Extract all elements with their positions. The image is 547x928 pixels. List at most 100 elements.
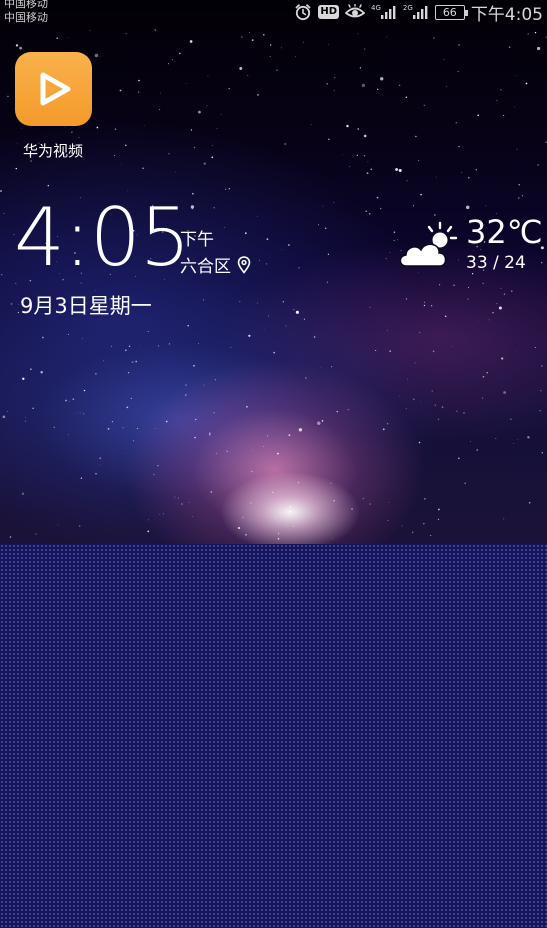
star [534,31,537,34]
huawei-video-app-icon[interactable] [15,52,92,126]
star [366,172,369,175]
star [140,345,141,347]
star [7,95,9,97]
star [500,287,502,289]
star [285,525,287,527]
star [310,124,312,125]
star [349,166,350,168]
star [174,496,176,498]
star [405,96,408,98]
star [95,373,97,375]
star [47,185,49,187]
clock-date[interactable]: 9月3日星期一 [20,290,152,320]
star [321,420,324,422]
star [393,240,395,241]
star [288,434,291,436]
star [56,37,58,39]
star [288,244,290,246]
star [2,415,6,419]
star [503,391,507,394]
star [527,436,530,439]
star [215,452,217,454]
star [496,99,498,101]
star [203,162,206,165]
star [475,169,477,171]
star [477,114,480,117]
alarm-icon [294,3,312,21]
star [248,334,251,337]
star [356,154,358,156]
star [458,44,460,46]
star [451,346,453,347]
star [257,302,259,304]
star [210,491,213,493]
star [159,109,161,111]
star [541,365,543,367]
star [539,409,541,412]
star [130,397,132,399]
star [277,538,280,540]
star [508,46,511,49]
star [413,398,415,401]
star [511,290,513,292]
star [148,519,150,521]
weather-temperature[interactable]: 32℃ [466,210,543,254]
star [492,311,494,314]
battery-level: 66 [442,5,457,19]
app-huawei-video[interactable]: 华为视频 [13,52,93,162]
star [342,154,344,156]
star [99,457,101,459]
star [257,94,259,96]
star [333,201,335,203]
star [485,205,487,207]
star [420,193,422,196]
partly-cloudy-icon[interactable] [398,220,460,270]
star [247,74,249,76]
star [420,400,422,402]
star [181,503,183,505]
star [280,47,282,49]
star [327,253,330,255]
star [276,69,278,71]
star [477,321,479,323]
star [515,75,517,76]
star [423,104,426,107]
star [369,503,372,505]
star [303,318,305,320]
star [534,347,536,348]
star [541,452,543,454]
star [437,418,440,421]
star [399,394,400,396]
signal-2g-icon: 2G [403,4,429,20]
star [273,351,276,354]
star [157,345,160,347]
star [35,533,37,535]
clock-time[interactable]: 4:05 [14,190,191,286]
star [198,110,201,114]
star [89,30,91,31]
star [251,470,253,473]
star [272,491,274,493]
star [431,390,433,392]
star [388,501,389,503]
star [419,332,421,334]
star [53,426,55,428]
star [527,33,529,35]
star [367,161,369,163]
star [365,210,367,212]
star [488,319,490,321]
star [285,325,287,327]
star [79,412,81,414]
star [453,284,455,287]
star [99,464,101,466]
star [467,176,470,179]
star [1,273,3,276]
star [72,398,75,401]
star [438,508,440,511]
star [435,176,437,178]
star [250,502,252,504]
star [67,434,69,435]
star [389,252,391,254]
star [239,67,243,70]
star [386,422,389,425]
